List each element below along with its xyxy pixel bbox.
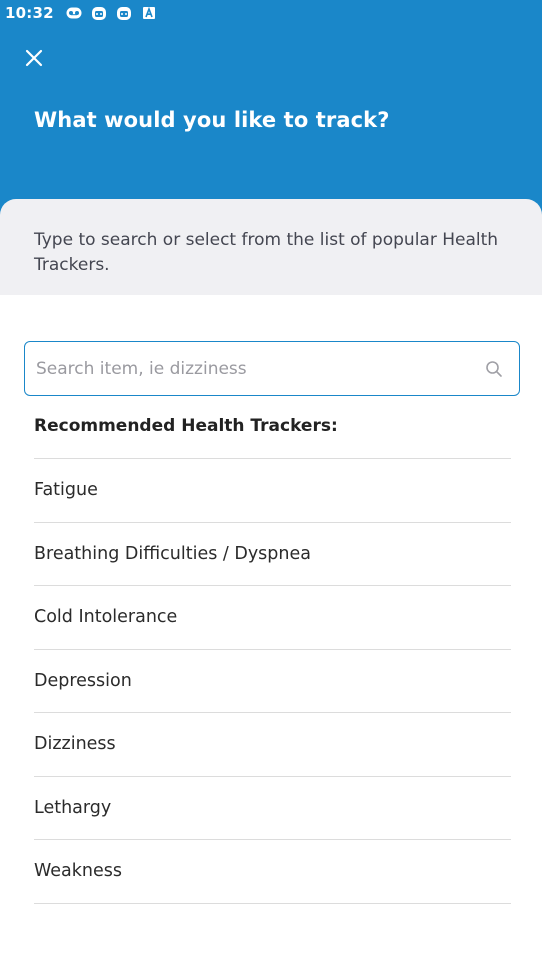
search-field[interactable] <box>24 341 520 396</box>
text-a-icon <box>141 5 157 21</box>
voicemail-icon <box>66 5 82 21</box>
list-item[interactable]: Breathing Difficulties / Dyspnea <box>34 523 511 586</box>
app-root: 10:32 What would you like to track? Type… <box>0 0 542 975</box>
header: 10:32 What would you like to track? <box>0 0 542 230</box>
status-time: 10:32 <box>5 4 54 22</box>
robot-icon <box>91 5 107 21</box>
status-bar: 10:32 <box>0 0 542 26</box>
list-item[interactable]: Lethargy <box>34 777 511 840</box>
list-item[interactable]: Dizziness <box>34 713 511 777</box>
info-text: Type to search or select from the list o… <box>34 230 499 275</box>
close-button[interactable] <box>20 46 48 74</box>
list-item[interactable]: Fatigue <box>34 459 511 523</box>
list-item[interactable]: Weakness <box>34 840 511 904</box>
search-input[interactable] <box>25 342 484 395</box>
info-panel: Type to search or select from the list o… <box>0 199 542 295</box>
search-icon[interactable] <box>484 359 504 379</box>
tracker-list: Fatigue Breathing Difficulties / Dyspnea… <box>34 458 511 904</box>
list-item[interactable]: Cold Intolerance <box>34 586 511 650</box>
list-heading: Recommended Health Trackers: <box>34 416 338 436</box>
page-title: What would you like to track? <box>34 108 390 132</box>
list-item[interactable]: Depression <box>34 650 511 713</box>
close-icon <box>25 49 43 71</box>
robot-icon <box>116 5 132 21</box>
